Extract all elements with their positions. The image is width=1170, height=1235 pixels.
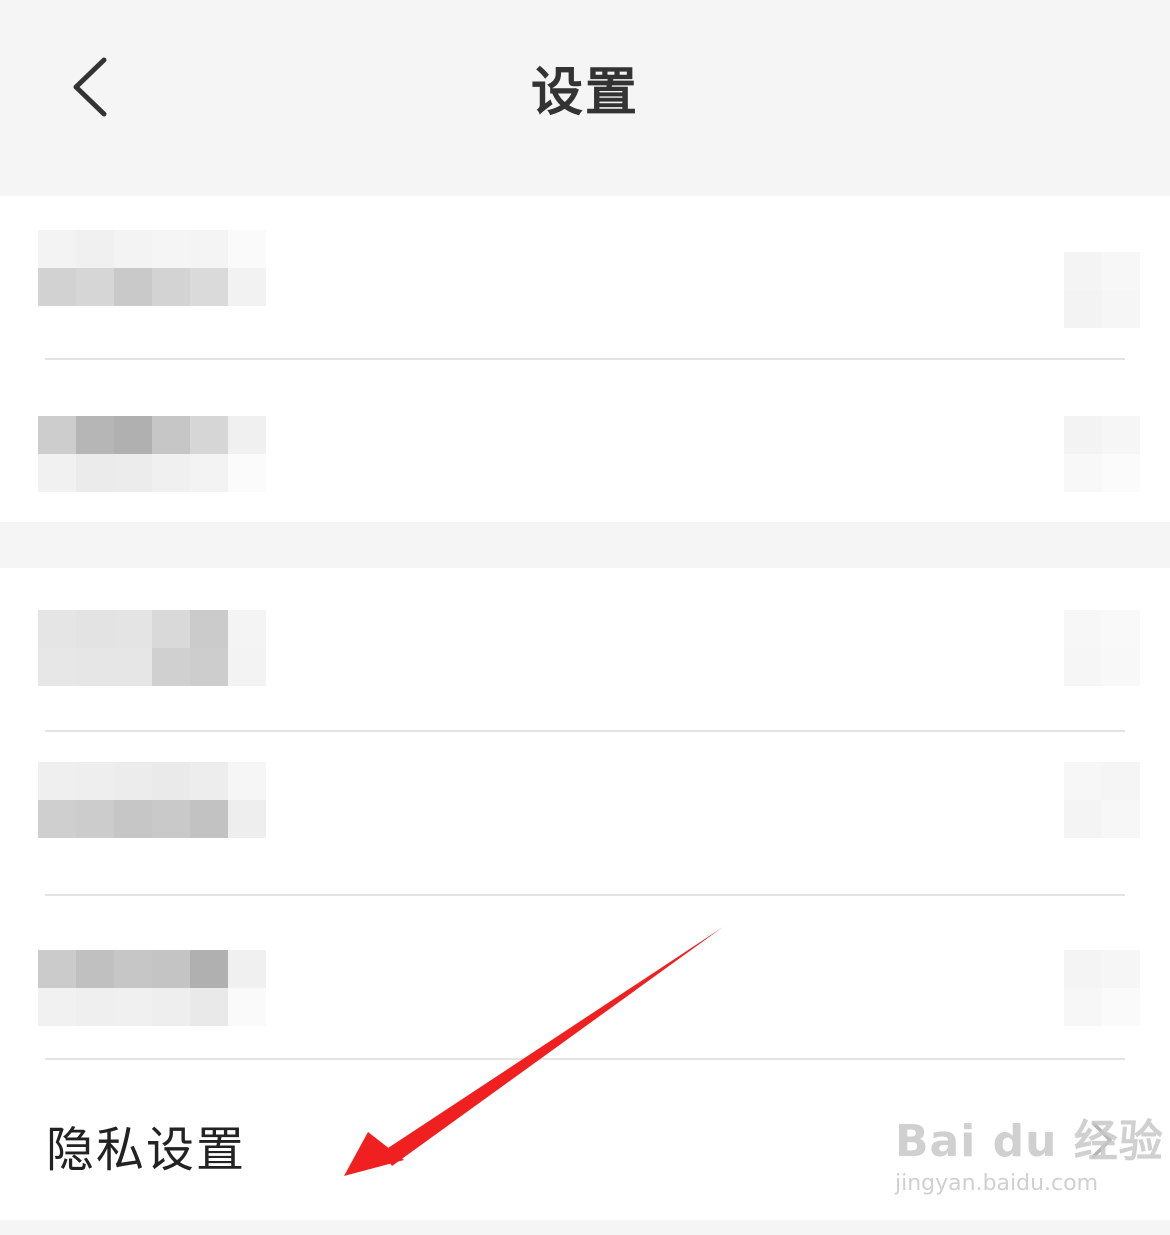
blurred-value: [1064, 762, 1140, 838]
blurred-value: [1064, 950, 1140, 1026]
settings-page: 设置 隐私设置 Bai du 经验 jingyan.baidu.com: [0, 0, 1170, 1235]
blurred-value: [1064, 252, 1140, 328]
watermark-url: jingyan.baidu.com: [895, 1171, 1099, 1196]
blurred-label: [38, 230, 266, 306]
watermark-brand: Bai du 经验: [895, 1116, 1164, 1167]
baidu-watermark: Bai du 经验 jingyan.baidu.com: [895, 1105, 1164, 1196]
settings-group-1: [0, 196, 1170, 522]
blurred-label: [38, 416, 266, 492]
settings-row-3[interactable]: [0, 568, 1170, 730]
nav-header: 设置: [0, 0, 1170, 196]
settings-row-2[interactable]: [0, 360, 1170, 522]
blurred-value: [1064, 416, 1140, 492]
settings-row-4[interactable]: [0, 732, 1170, 894]
blurred-label: [38, 762, 266, 838]
privacy-settings-label: 隐私设置: [46, 1122, 247, 1178]
settings-row-1[interactable]: [0, 196, 1170, 358]
blurred-value: [1064, 610, 1140, 686]
page-title: 设置: [530, 63, 639, 123]
settings-row-5[interactable]: [0, 896, 1170, 1058]
blurred-label: [38, 950, 266, 1026]
blurred-label: [38, 610, 266, 686]
